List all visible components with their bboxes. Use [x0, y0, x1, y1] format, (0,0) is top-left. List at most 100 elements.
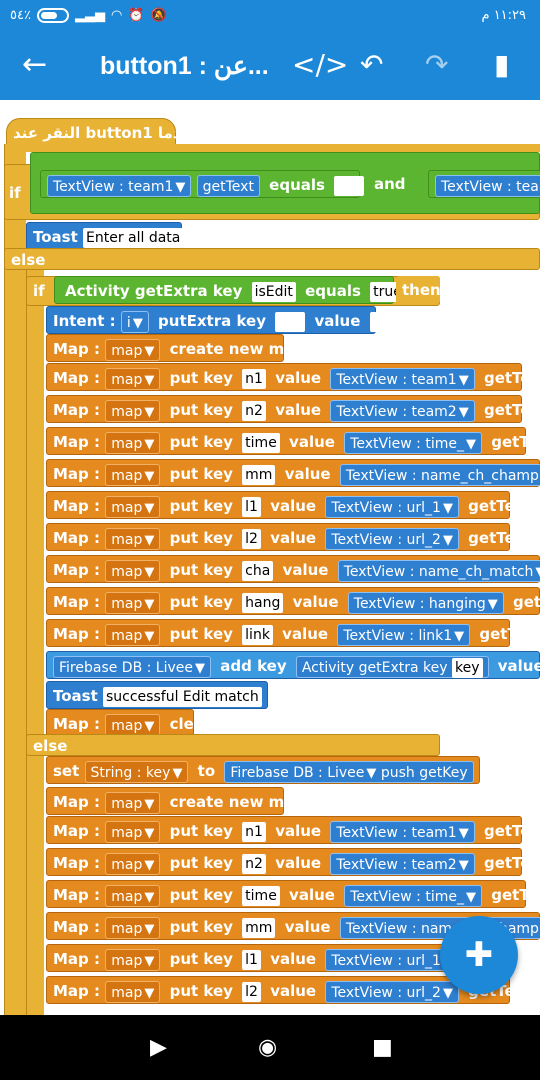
put-key-row[interactable]: Map : map ▼ put key time value TextView :…: [46, 427, 540, 455]
firebase-selector[interactable]: Firebase DB : Livee ▼: [53, 655, 212, 678]
put-key-row[interactable]: Map : map ▼ put key n2 value TextView : t…: [46, 395, 540, 423]
bookmark-icon[interactable]: ▮: [494, 48, 509, 82]
putextra-value-slot[interactable]: [369, 311, 400, 332]
empty-text-slot[interactable]: [334, 175, 365, 196]
map-var-selector[interactable]: map ▼: [105, 431, 161, 454]
put-key-row[interactable]: Map : map ▼ put key hang value TextView :…: [46, 587, 540, 615]
putextra-key-slot[interactable]: [275, 311, 306, 332]
key-slot[interactable]: link: [242, 624, 273, 645]
map-var-selector[interactable]: map ▼: [105, 916, 161, 939]
textview-selector[interactable]: TextView : name_ch_match▼: [337, 559, 540, 582]
toast-block-2[interactable]: Toast successful Edit match: [46, 681, 268, 709]
extra-equals-block[interactable]: Activity getExtra key isEdit equals true: [54, 276, 405, 304]
map-var-selector[interactable]: map ▼: [105, 852, 161, 875]
put-key-row[interactable]: Map : map ▼ put key time value TextView :…: [46, 880, 540, 908]
key-slot[interactable]: n2: [242, 400, 266, 421]
map-var-selector[interactable]: map ▼: [105, 367, 161, 390]
set-key-block[interactable]: set String : key ▼ to Firebase DB : Livee…: [46, 756, 480, 784]
arrow-left-icon[interactable]: ←: [22, 50, 47, 80]
event-block[interactable]: النقر عند button1 عندما: [6, 118, 198, 146]
map-create-block-2[interactable]: Map : map ▼ create new map: [46, 787, 305, 815]
map-var-selector[interactable]: map ▼: [105, 623, 161, 646]
textview-team1-selector[interactable]: TextView : team1 ▼: [47, 174, 192, 197]
map-comp-label: Map :: [53, 982, 101, 1000]
key-slot[interactable]: n2: [242, 853, 266, 874]
intent-putextra-block[interactable]: Intent : i ▼ putExtra key value: [46, 306, 400, 334]
recents-nav-icon[interactable]: ■: [372, 1035, 393, 1060]
textview-selector[interactable]: TextView : url_1▼: [325, 495, 459, 518]
textview-selector[interactable]: TextView : team1 ▼: [330, 820, 475, 843]
textview-selector[interactable]: TextView : name_ch_champions: [339, 463, 540, 486]
intent-var-selector[interactable]: i ▼: [120, 310, 149, 333]
undo-icon[interactable]: ↶: [360, 48, 383, 82]
key-slot[interactable]: time: [242, 885, 280, 906]
textview-selector[interactable]: TextView : team2 ▼: [330, 399, 475, 422]
map-var-selector[interactable]: map ▼: [105, 559, 161, 582]
put-key-row[interactable]: Map : map▼ put key mm value TextView : n…: [46, 459, 540, 487]
map-var-label: map: [111, 403, 143, 420]
toast-message-1[interactable]: Enter all data: [83, 227, 184, 248]
equals-block[interactable]: TextView : team1 ▼ getText equals: [40, 170, 365, 198]
key-slot[interactable]: mm: [242, 464, 276, 485]
key-slot[interactable]: n1: [242, 368, 266, 389]
map-var-selector[interactable]: map ▼: [105, 527, 161, 550]
textview-selector[interactable]: TextView : team2 ▼: [330, 852, 475, 875]
put-key-row[interactable]: Map : map ▼ put key cha value TextView : …: [46, 555, 540, 583]
map-var-selector[interactable]: map ▼: [105, 338, 161, 361]
map-var-selector[interactable]: map ▼: [105, 591, 161, 614]
map-var-selector[interactable]: map ▼: [105, 820, 161, 843]
firebase-add-key-block[interactable]: Firebase DB : Livee ▼ add key Activity ge…: [46, 651, 540, 679]
dropdown-icon: ▼: [144, 796, 155, 812]
code-icon[interactable]: </>: [292, 48, 348, 82]
isedit-slot[interactable]: isEdit: [251, 281, 296, 302]
textview-selector[interactable]: TextView : team1 ▼: [330, 367, 475, 390]
textview-selector[interactable]: TextView : time_ ▼: [344, 431, 482, 454]
map-var-selector[interactable]: map ▼: [105, 980, 161, 1003]
put-key-row[interactable]: Map : map ▼ put key link value TextView :…: [46, 619, 540, 647]
textview-selector[interactable]: TextView : link1 ▼: [337, 623, 471, 646]
toast-message-2[interactable]: successful Edit match: [103, 686, 262, 707]
map-var-selector[interactable]: map ▼: [105, 463, 161, 486]
blocks-canvas[interactable]: النقر عند button1 عندما if TextView : te…: [0, 100, 540, 1015]
map-var-selector[interactable]: map ▼: [105, 791, 161, 814]
put-key-row[interactable]: Map : map ▼ put key n1 value TextView : t…: [46, 363, 540, 391]
map-var-selector[interactable]: map ▼: [105, 884, 161, 907]
key-slot[interactable]: hang: [242, 592, 284, 613]
toast-block-1[interactable]: Toast Enter all data: [26, 222, 184, 250]
key-slot[interactable]: l2: [242, 528, 261, 549]
map-var-selector[interactable]: map ▼: [105, 948, 161, 971]
textview-selector[interactable]: TextView : url_2 ▼: [325, 980, 459, 1003]
map-create-block[interactable]: Map : map ▼ create new map: [46, 334, 305, 362]
redo-icon[interactable]: ↷: [425, 48, 448, 82]
home-nav-icon[interactable]: ◉: [258, 1035, 277, 1060]
map-var-selector[interactable]: map ▼: [105, 399, 161, 422]
key-slot[interactable]: key: [452, 657, 483, 678]
create-map-label: create new map: [169, 340, 306, 358]
key-slot[interactable]: l1: [242, 949, 261, 970]
string-selector[interactable]: String : key ▼: [84, 760, 189, 783]
put-key-row[interactable]: Map : map ▼ put key l1 value TextView : u…: [46, 491, 532, 519]
textview-selector[interactable]: TextView : hanging ▼: [347, 591, 504, 614]
firebase-push-block[interactable]: Firebase DB : Livee ▼ push getKey: [224, 760, 474, 783]
equals-block-2[interactable]: TextView : team: [428, 170, 540, 198]
map-clear-block[interactable]: Map : map ▼ clear: [46, 709, 211, 737]
getextra-block[interactable]: Activity getExtra key key: [295, 655, 489, 678]
key-slot[interactable]: l1: [242, 496, 261, 517]
key-slot[interactable]: cha: [242, 560, 274, 581]
key-slot[interactable]: l2: [242, 981, 261, 1002]
put-key-row[interactable]: Map : map ▼ put key n1 value TextView : t…: [46, 816, 540, 844]
put-key-row[interactable]: Map : map ▼ put key l2 value TextView : u…: [46, 976, 532, 1004]
textview-selector[interactable]: TextView : url_1▼: [325, 948, 459, 971]
put-key-row[interactable]: Map : map ▼ put key l2 value TextView : u…: [46, 523, 532, 551]
key-slot[interactable]: n1: [242, 821, 266, 842]
textview-team-selector[interactable]: TextView : team: [435, 174, 540, 197]
textview-selector[interactable]: TextView : url_2 ▼: [325, 527, 459, 550]
textview-selector[interactable]: TextView : time_ ▼: [344, 884, 482, 907]
puzzle-piece-icon[interactable]: ✚: [440, 916, 518, 994]
map-var-selector[interactable]: map ▼: [105, 713, 161, 736]
key-slot[interactable]: time: [242, 432, 280, 453]
key-slot[interactable]: mm: [242, 917, 276, 938]
map-var-selector[interactable]: map ▼: [105, 495, 161, 518]
back-nav-icon[interactable]: ▶: [150, 1035, 167, 1060]
put-key-row[interactable]: Map : map ▼ put key n2 value TextView : t…: [46, 848, 540, 876]
